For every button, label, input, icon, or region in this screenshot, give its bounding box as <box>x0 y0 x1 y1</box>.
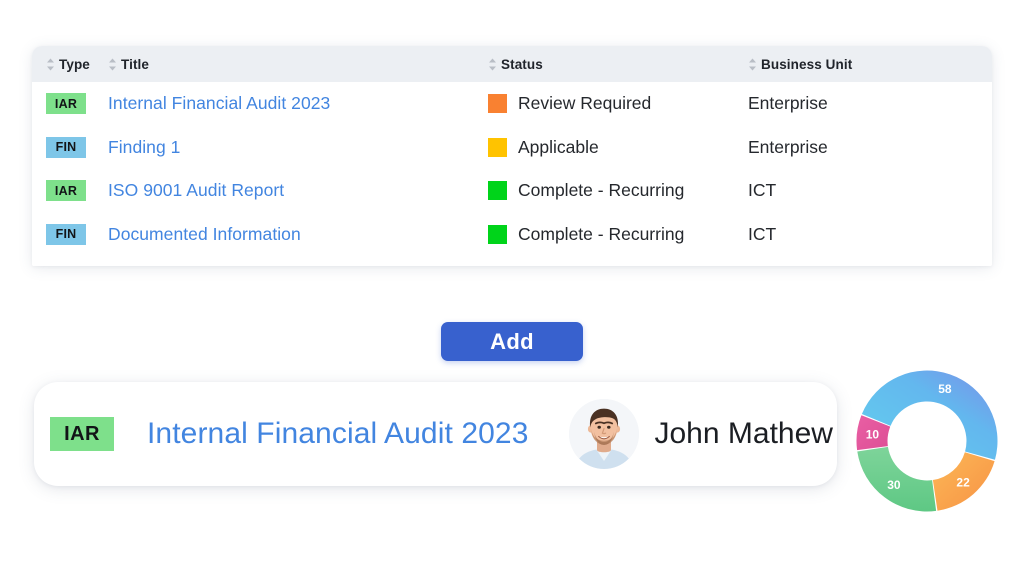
detail-assignee-name: John Mathew <box>654 417 833 450</box>
detail-card: IAR Internal Financial Audit 2023 John M… <box>34 382 837 486</box>
column-header-title-label: Title <box>121 56 150 72</box>
column-header-business-unit[interactable]: Business Unit <box>748 57 978 72</box>
cell-status: Review Required <box>488 93 748 114</box>
cell-business-unit: ICT <box>748 180 777 201</box>
cell-title-link[interactable]: Finding 1 <box>108 137 488 158</box>
cell-type: FIN <box>46 223 108 245</box>
status-color-chip <box>488 224 507 244</box>
donut-slice-label: 30 <box>887 478 901 492</box>
status-color-chip <box>488 94 507 114</box>
sort-icon[interactable] <box>748 58 757 71</box>
type-badge: FIN <box>46 136 86 158</box>
cell-type: FIN <box>46 136 108 158</box>
cell-business-unit: ICT <box>748 223 777 244</box>
column-header-title[interactable]: Title <box>108 57 488 72</box>
add-button[interactable]: Add <box>441 322 583 361</box>
donut-slice-label: 22 <box>956 476 970 490</box>
cell-business-unit: Enterprise <box>748 93 828 114</box>
donut-slice-label: 10 <box>866 427 880 441</box>
table-row[interactable]: IAR ISO 9001 Audit Report Complete - Rec… <box>46 169 992 213</box>
type-badge: IAR <box>46 180 86 202</box>
cell-title-link[interactable]: Internal Financial Audit 2023 <box>108 93 488 114</box>
status-color-chip <box>488 137 507 157</box>
detail-title[interactable]: Internal Financial Audit 2023 <box>147 417 529 451</box>
column-header-business-unit-label: Business Unit <box>761 56 853 72</box>
table-row[interactable]: IAR Internal Financial Audit 2023 Review… <box>46 82 992 126</box>
cell-title-link[interactable]: ISO 9001 Audit Report <box>108 180 488 201</box>
avatar <box>568 399 639 469</box>
status-color-chip <box>488 181 507 201</box>
cell-business-unit: Enterprise <box>748 136 828 157</box>
status-label: Complete - Recurring <box>518 180 685 201</box>
status-label: Applicable <box>518 136 599 157</box>
sort-icon[interactable] <box>46 58 55 71</box>
detail-assignee: John Mathew <box>568 399 833 469</box>
audit-table-card: Type Title Status Business Unit IAR Inte… <box>32 46 992 266</box>
column-header-type[interactable]: Type <box>46 57 108 72</box>
cell-status: Applicable <box>488 137 748 158</box>
sort-icon[interactable] <box>488 58 497 71</box>
donut-slice-label: 58 <box>938 382 952 396</box>
table-header-row: Type Title Status Business Unit <box>32 46 992 82</box>
column-header-status-label: Status <box>501 56 543 72</box>
type-badge: IAR <box>46 93 86 115</box>
table-body: IAR Internal Financial Audit 2023 Review… <box>32 82 992 266</box>
cell-status: Complete - Recurring <box>488 180 748 201</box>
column-header-type-label: Type <box>59 56 90 72</box>
cell-type: IAR <box>46 180 108 202</box>
donut-chart: 58 22 30 10 <box>852 366 1002 516</box>
cell-status: Complete - Recurring <box>488 224 748 245</box>
status-label: Complete - Recurring <box>518 223 685 244</box>
column-header-status[interactable]: Status <box>488 57 748 72</box>
cell-type: IAR <box>46 93 108 115</box>
cell-title-link[interactable]: Documented Information <box>108 224 488 245</box>
status-label: Review Required <box>518 93 652 114</box>
table-row[interactable]: FIN Documented Information Complete - Re… <box>46 213 992 257</box>
sort-icon[interactable] <box>108 58 117 71</box>
table-row[interactable]: FIN Finding 1 Applicable Enterprise <box>46 126 992 170</box>
detail-type-badge: IAR <box>50 417 114 451</box>
type-badge: FIN <box>46 223 86 245</box>
